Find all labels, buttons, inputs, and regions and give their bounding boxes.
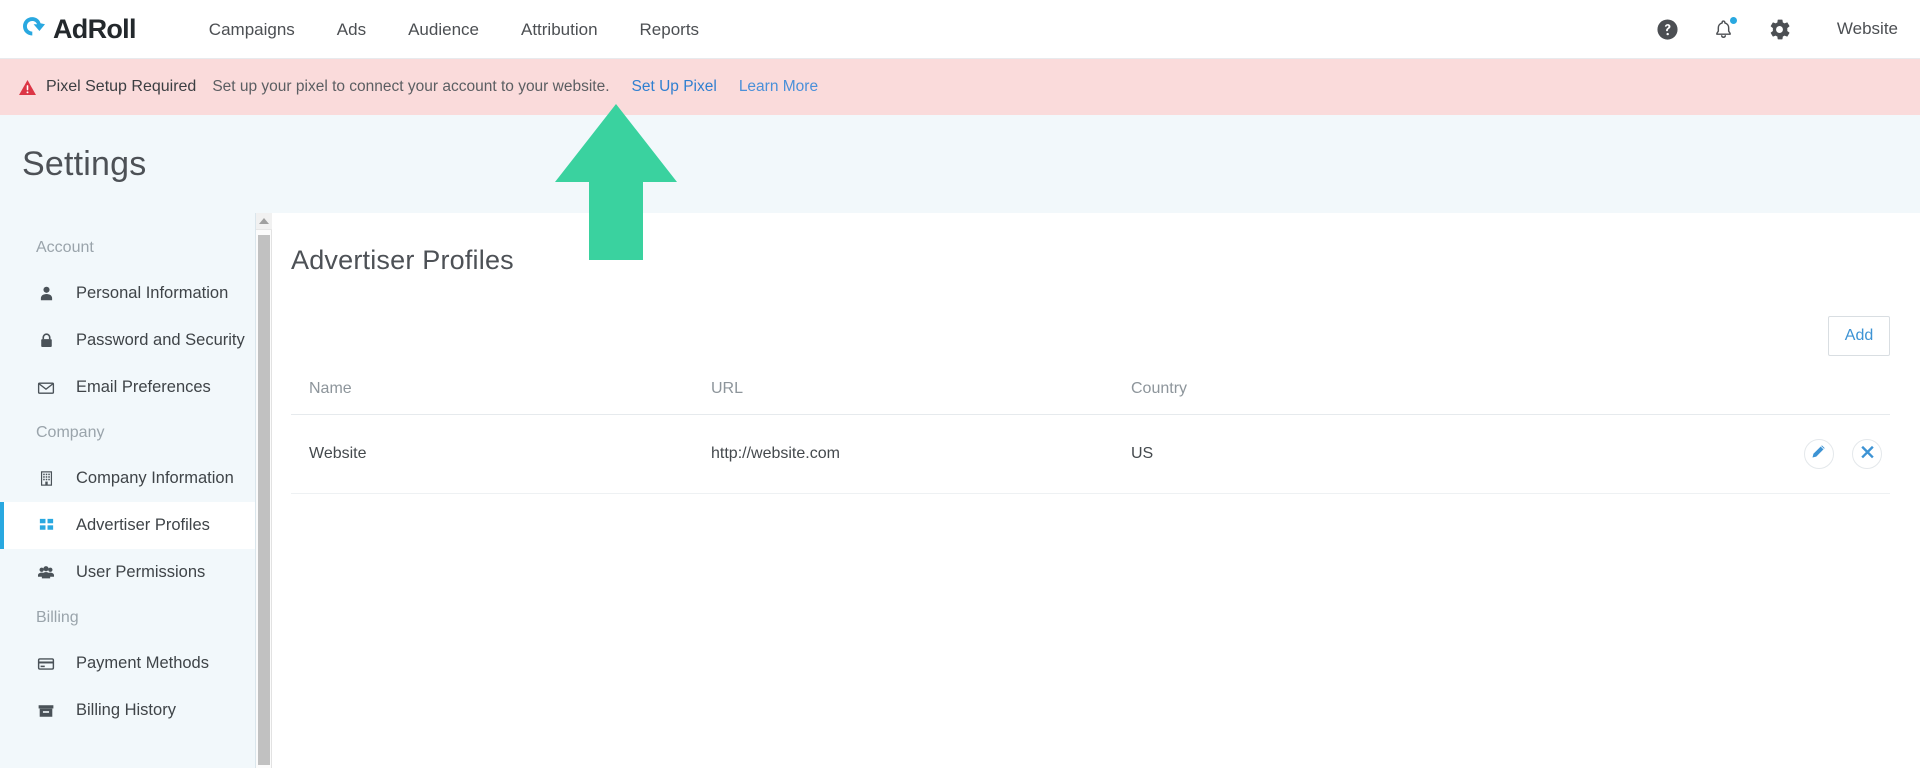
sidebar-item-label: User Permissions [76, 563, 206, 581]
column-header-url: URL [711, 380, 1131, 415]
scroll-up-arrow-icon[interactable] [256, 213, 272, 230]
set-up-pixel-link[interactable]: Set Up Pixel [632, 78, 717, 96]
help-circle-icon[interactable] [1651, 12, 1685, 46]
pixel-setup-alert-banner: Pixel Setup Required Set up your pixel t… [0, 59, 1920, 115]
nav-item-attribution[interactable]: Attribution [500, 0, 619, 59]
bell-icon[interactable] [1707, 12, 1741, 46]
advertiser-profiles-table: Name URL Country Website http://website.… [291, 380, 1890, 494]
sidebar-item-label: Billing History [76, 701, 176, 719]
edit-profile-button[interactable] [1803, 439, 1834, 469]
settings-sidebar: Account Personal Information Password an… [0, 213, 256, 768]
users-group-icon [36, 563, 56, 583]
learn-more-link[interactable]: Learn More [739, 78, 818, 96]
cell-url: http://website.com [711, 414, 1131, 494]
nav-item-reports[interactable]: Reports [619, 0, 721, 59]
nav-item-ads[interactable]: Ads [316, 0, 387, 59]
delete-profile-button[interactable] [1852, 439, 1882, 469]
sidebar-item-user-permissions[interactable]: User Permissions [0, 549, 255, 596]
cell-actions [1551, 414, 1890, 494]
column-header-actions [1551, 380, 1890, 415]
add-button-row: Add [273, 316, 1890, 356]
sidebar-item-personal-information[interactable]: Personal Information [0, 270, 255, 317]
grid-squares-icon [36, 516, 56, 536]
sidebar-group-account-label: Account [36, 239, 94, 256]
lock-icon [36, 331, 56, 351]
alert-message: Set up your pixel to connect your accoun… [212, 78, 610, 95]
alert-title: Pixel Setup Required [46, 78, 197, 95]
pencil-edit-icon [1811, 444, 1826, 464]
sidebar-group-company-label: Company [36, 424, 105, 441]
column-header-name: Name [291, 380, 711, 415]
sidebar-scrollbar[interactable] [256, 213, 272, 768]
section-title: Advertiser Profiles [291, 245, 514, 275]
sidebar-item-label: Payment Methods [76, 654, 209, 672]
sidebar-item-password-and-security[interactable]: Password and Security [0, 317, 255, 364]
sidebar-item-company-information[interactable]: Company Information [0, 455, 255, 502]
table-row[interactable]: Website http://website.com US [291, 414, 1890, 494]
table-header: Name URL Country [291, 380, 1890, 415]
adroll-logo-text: AdRoll [53, 13, 136, 44]
sidebar-item-label: Advertiser Profiles [76, 516, 210, 534]
sidebar-item-billing-history[interactable]: Billing History [0, 687, 255, 734]
sidebar-item-payment-methods[interactable]: Payment Methods [0, 640, 255, 687]
sidebar-item-email-preferences[interactable]: Email Preferences [0, 364, 255, 411]
table-header-row: Name URL Country [291, 380, 1890, 415]
notification-unread-dot [1727, 15, 1739, 26]
warning-triangle-icon [18, 78, 37, 97]
sidebar-item-label: Password and Security [76, 331, 245, 349]
adroll-logo[interactable]: AdRoll [18, 0, 136, 58]
gear-icon[interactable] [1763, 12, 1797, 46]
sidebar-group-billing-label: Billing [36, 609, 79, 626]
adroll-swirl-logo-icon [18, 14, 48, 44]
top-navigation-bar: AdRoll Campaigns Ads Audience Attributio… [0, 0, 1920, 59]
archive-box-icon [36, 701, 56, 721]
sidebar-item-label: Email Preferences [76, 378, 211, 396]
sidebar-item-label: Personal Information [76, 284, 229, 302]
page-title-band: Settings [0, 115, 1920, 213]
page-title: Settings [22, 144, 147, 183]
cell-country: US [1131, 414, 1551, 494]
account-name-label[interactable]: Website [1837, 19, 1898, 39]
cell-name: Website [291, 414, 711, 494]
table-body: Website http://website.com US [291, 414, 1890, 494]
add-advertiser-profile-button[interactable]: Add [1828, 316, 1890, 356]
primary-nav-items: Campaigns Ads Audience Attribution Repor… [188, 0, 720, 58]
close-x-icon [1860, 444, 1875, 464]
credit-card-icon [36, 654, 56, 674]
sidebar-item-advertiser-profiles[interactable]: Advertiser Profiles [0, 502, 255, 549]
building-icon [36, 469, 56, 489]
column-header-country: Country [1131, 380, 1551, 415]
nav-item-campaigns[interactable]: Campaigns [188, 0, 316, 59]
advertiser-profiles-table-wrapper: Name URL Country Website http://website.… [291, 380, 1890, 494]
main-content-area: Advertiser Profiles Add Name URL Country… [273, 213, 1920, 768]
sidebar-item-label: Company Information [76, 469, 234, 487]
envelope-icon [36, 378, 56, 398]
scrollbar-thumb[interactable] [258, 235, 270, 765]
user-icon [36, 284, 56, 304]
nav-item-audience[interactable]: Audience [387, 0, 500, 59]
nav-right-actions: Website [1629, 0, 1898, 58]
